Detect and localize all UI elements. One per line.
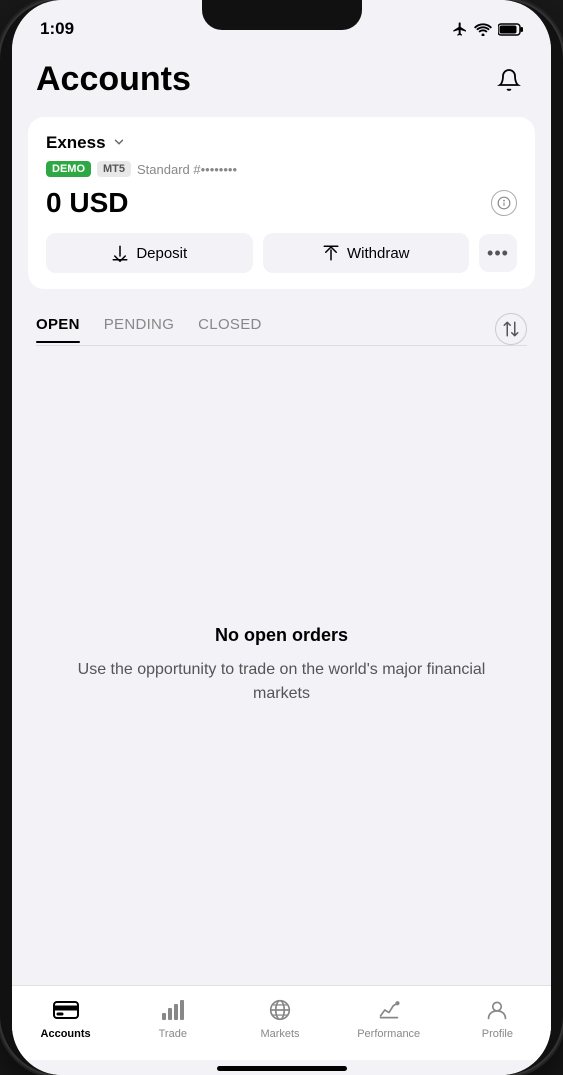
demo-badge: DEMO [46, 161, 91, 177]
mt5-badge: MT5 [97, 161, 131, 177]
order-tabs: OPEN PENDING CLOSED [36, 316, 471, 343]
nav-trade[interactable]: Trade [143, 996, 203, 1040]
sort-button[interactable] [495, 313, 527, 345]
tab-open[interactable]: OPEN [36, 316, 80, 343]
status-icons [452, 21, 523, 37]
nav-accounts[interactable]: Accounts [36, 996, 96, 1040]
home-bar [217, 1066, 347, 1071]
performance-nav-label: Performance [357, 1028, 420, 1040]
broker-dropdown-icon[interactable] [112, 135, 126, 152]
sort-icon [502, 320, 520, 338]
tabs-container: OPEN PENDING CLOSED [12, 297, 551, 345]
trade-nav-label: Trade [159, 1028, 187, 1040]
withdraw-icon [322, 244, 340, 262]
notch [202, 0, 362, 30]
home-indicator [12, 1060, 551, 1075]
markets-nav-label: Markets [260, 1028, 299, 1040]
account-balance: 0 USD [46, 187, 128, 219]
empty-state: No open orders Use the opportunity to tr… [12, 346, 551, 985]
account-type: Standard #•••••••• [137, 162, 237, 177]
bottom-nav: Accounts Trade [12, 985, 551, 1060]
nav-performance[interactable]: Performance [357, 996, 420, 1040]
phone-frame: 1:09 [0, 0, 563, 1075]
main-content: Accounts Exness DEMO [12, 50, 551, 1075]
nav-markets[interactable]: Markets [250, 996, 310, 1040]
status-time: 1:09 [40, 19, 74, 39]
account-badges: DEMO MT5 Standard #•••••••• [46, 161, 517, 177]
markets-nav-icon [266, 996, 294, 1024]
info-button[interactable] [491, 190, 517, 216]
tab-pending[interactable]: PENDING [104, 316, 174, 343]
accounts-nav-label: Accounts [41, 1028, 91, 1040]
balance-row: 0 USD [46, 187, 517, 219]
profile-nav-icon [483, 996, 511, 1024]
wifi-icon [474, 22, 492, 36]
bell-icon [497, 68, 521, 92]
broker-name: Exness [46, 133, 106, 153]
account-header: Exness [46, 133, 517, 153]
nav-profile[interactable]: Profile [467, 996, 527, 1040]
trade-nav-icon [159, 996, 187, 1024]
notification-bell-button[interactable] [491, 62, 527, 98]
account-actions: Deposit Withdraw ••• [46, 233, 517, 273]
page-title: Accounts [36, 60, 191, 99]
performance-nav-icon [375, 996, 403, 1024]
battery-icon [498, 23, 523, 36]
empty-state-subtitle: Use the opportunity to trade on the worl… [52, 658, 511, 706]
withdraw-button[interactable]: Withdraw [263, 233, 470, 273]
phone-screen: 1:09 [12, 0, 551, 1075]
accounts-nav-icon [52, 996, 80, 1024]
tab-closed[interactable]: CLOSED [198, 316, 262, 343]
profile-nav-label: Profile [482, 1028, 513, 1040]
more-options-button[interactable]: ••• [479, 234, 517, 272]
empty-state-title: No open orders [215, 625, 348, 646]
deposit-icon [111, 244, 129, 262]
account-card: Exness DEMO MT5 Standard #•••••••• 0 USD [28, 117, 535, 289]
header: Accounts [12, 50, 551, 109]
deposit-button[interactable]: Deposit [46, 233, 253, 273]
airplane-icon [452, 21, 468, 37]
